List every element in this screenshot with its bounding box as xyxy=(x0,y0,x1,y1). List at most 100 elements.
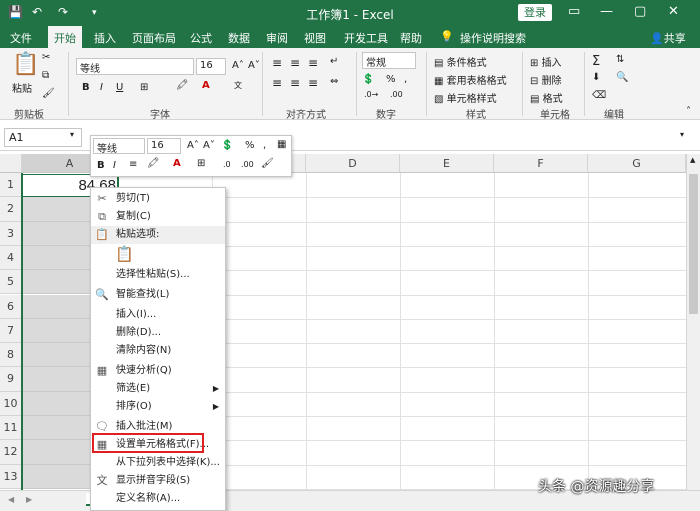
tab-help[interactable]: 帮助 xyxy=(400,30,422,46)
row-header[interactable]: 13 xyxy=(0,464,22,489)
row-header[interactable]: 6 xyxy=(0,294,22,319)
table-format-button[interactable]: ▦ 套用表格格式 xyxy=(434,72,507,87)
font-color-icon[interactable]: A xyxy=(202,80,210,91)
copy-icon[interactable]: ⧉ xyxy=(42,70,49,81)
close-button[interactable]: ✕ xyxy=(668,4,679,19)
menu-item-filter[interactable]: 筛选(E) ▶ xyxy=(91,380,225,398)
mini-bold-button[interactable]: B xyxy=(97,160,105,171)
merge-icon[interactable]: ⇔ xyxy=(330,76,338,87)
mini-align-icon[interactable]: ≡ xyxy=(129,159,137,170)
sheet-prev-icon[interactable]: ◀ xyxy=(8,495,14,504)
fill-color-icon[interactable]: 🖍 xyxy=(176,80,189,91)
row-header[interactable]: 9 xyxy=(0,367,22,392)
font-size-select[interactable]: 16 xyxy=(196,58,226,75)
ribbon-display-icon[interactable]: ▭ xyxy=(568,4,580,19)
find-select-icon[interactable]: 🔍 xyxy=(616,72,628,83)
row-header[interactable]: 8 xyxy=(0,343,22,368)
menu-item-show-phonetic[interactable]: 文显示拼音字段(S) xyxy=(91,472,225,490)
mini-increase-decimal-icon[interactable]: .0 xyxy=(223,160,231,169)
mini-comma-button[interactable]: , xyxy=(263,140,266,151)
increase-font-icon[interactable]: A˄ xyxy=(232,60,244,71)
paste-label[interactable]: 粘贴 xyxy=(12,80,32,95)
mini-borders-icon[interactable]: ⊞ xyxy=(197,158,205,169)
share-button[interactable]: 👤共享 xyxy=(650,30,686,46)
collapse-ribbon-icon[interactable]: ˄ xyxy=(686,106,691,117)
clear-icon[interactable]: ⌫ xyxy=(592,90,606,101)
row-header[interactable]: 12 xyxy=(0,440,22,465)
tab-formulas[interactable]: 公式 xyxy=(190,30,212,46)
tab-view[interactable]: 视图 xyxy=(304,30,326,46)
row-header[interactable]: 7 xyxy=(0,318,22,344)
menu-item-insert[interactable]: 插入(I)... xyxy=(91,306,225,324)
paste-icon[interactable]: 📋 xyxy=(12,52,39,77)
menu-item-cut[interactable]: ✂ 剪切(T) xyxy=(91,190,225,208)
tab-insert[interactable]: 插入 xyxy=(94,30,116,46)
cut-icon[interactable]: ✂ xyxy=(42,52,50,63)
menu-item-copy[interactable]: ⧉ 复制(C) xyxy=(91,208,225,226)
italic-button[interactable]: I xyxy=(100,82,103,93)
menu-item-quick-analysis[interactable]: ▦ 快速分析(Q) xyxy=(91,362,225,380)
align-bottom-icon[interactable]: ≡ xyxy=(308,56,318,70)
column-header-e[interactable]: E xyxy=(400,154,494,173)
tab-developer[interactable]: 开发工具 xyxy=(344,30,388,46)
scroll-up-icon[interactable]: ▲ xyxy=(690,156,695,164)
row-header[interactable]: 2 xyxy=(0,197,22,222)
mini-percent-button[interactable]: % xyxy=(245,140,255,151)
menu-item-define-name[interactable]: 定义名称(A)... xyxy=(91,490,225,508)
column-header-f[interactable]: F xyxy=(494,154,588,173)
row-header[interactable]: 1 xyxy=(0,173,22,198)
tab-data[interactable]: 数据 xyxy=(228,30,250,46)
mini-currency-icon[interactable]: 💲 xyxy=(221,140,233,151)
conditional-format-button[interactable]: ▤ 条件格式 xyxy=(434,54,487,69)
menu-item-smart-lookup[interactable]: 🔍 智能查找(L) xyxy=(91,286,225,304)
minimize-button[interactable]: — xyxy=(600,4,613,19)
number-format-select[interactable]: 常规 xyxy=(362,52,416,69)
vertical-scrollbar[interactable]: ▲ xyxy=(686,154,700,490)
percent-button[interactable]: % xyxy=(386,74,396,85)
mini-table-icon[interactable]: ▦ xyxy=(277,139,286,150)
tab-home[interactable]: 开始 xyxy=(48,26,82,48)
wrap-text-icon[interactable]: ↵ xyxy=(330,56,338,67)
restore-button[interactable]: ▢ xyxy=(634,4,646,19)
underline-button[interactable]: U xyxy=(116,82,123,93)
tab-file[interactable]: 文件 xyxy=(10,30,32,46)
menu-item-paste-special[interactable]: 选择性粘贴(S)... xyxy=(91,266,225,284)
row-header[interactable]: 11 xyxy=(0,416,22,441)
mini-decrease-decimal-icon[interactable]: .00 xyxy=(241,160,254,169)
name-box-dropdown-icon[interactable]: ▾ xyxy=(70,130,74,139)
font-name-select[interactable]: 等线 xyxy=(76,58,194,75)
comma-button[interactable]: , xyxy=(404,74,407,85)
menu-item-pick-from-list[interactable]: 从下拉列表中选择(K)... xyxy=(91,454,225,472)
mini-format-painter-icon[interactable]: 🖌 xyxy=(261,158,274,169)
column-header-g[interactable]: G xyxy=(588,154,686,173)
cell-style-button[interactable]: ▧ 单元格样式 xyxy=(434,90,497,105)
format-cells-button[interactable]: ▤ 格式 xyxy=(530,90,563,105)
menu-item-paste-keep-source[interactable]: 📋 xyxy=(91,244,225,266)
mini-font-color-icon[interactable]: A xyxy=(173,158,181,169)
login-button[interactable]: 登录 xyxy=(518,4,552,21)
menu-item-delete[interactable]: 删除(D)... xyxy=(91,324,225,342)
tab-page-layout[interactable]: 页面布局 xyxy=(132,30,176,46)
mini-italic-button[interactable]: I xyxy=(113,160,116,171)
scroll-thumb[interactable] xyxy=(689,174,698,314)
row-header[interactable]: 3 xyxy=(0,221,22,246)
expand-formula-icon[interactable]: ▾ xyxy=(680,130,684,139)
decrease-font-icon[interactable]: A˅ xyxy=(248,60,260,71)
delete-cells-button[interactable]: ⊟ 删除 xyxy=(530,72,562,87)
align-middle-icon[interactable]: ≡ xyxy=(290,56,300,70)
currency-icon[interactable]: 💲 xyxy=(362,74,374,85)
align-left-icon[interactable]: ≡ xyxy=(272,76,282,90)
mini-fill-color-icon[interactable]: 🖍 xyxy=(147,158,160,169)
format-painter-icon[interactable]: 🖌 xyxy=(42,88,55,99)
select-all-corner[interactable] xyxy=(0,154,22,173)
borders-icon[interactable]: ⊞ xyxy=(140,82,148,93)
row-header[interactable]: 5 xyxy=(0,270,22,295)
sheet-next-icon[interactable]: ▶ xyxy=(26,495,32,504)
insert-cells-button[interactable]: ⊞ 插入 xyxy=(530,54,562,69)
fill-icon[interactable]: ⬇ xyxy=(592,72,600,83)
menu-item-sort[interactable]: 排序(O) ▶ xyxy=(91,398,225,416)
mini-increase-font-icon[interactable]: A˄ xyxy=(187,140,199,151)
mini-font-select[interactable]: 等线 xyxy=(93,138,145,155)
menu-item-clear-contents[interactable]: 清除内容(N) xyxy=(91,342,225,360)
decrease-decimal-icon[interactable]: .00 xyxy=(390,90,403,99)
